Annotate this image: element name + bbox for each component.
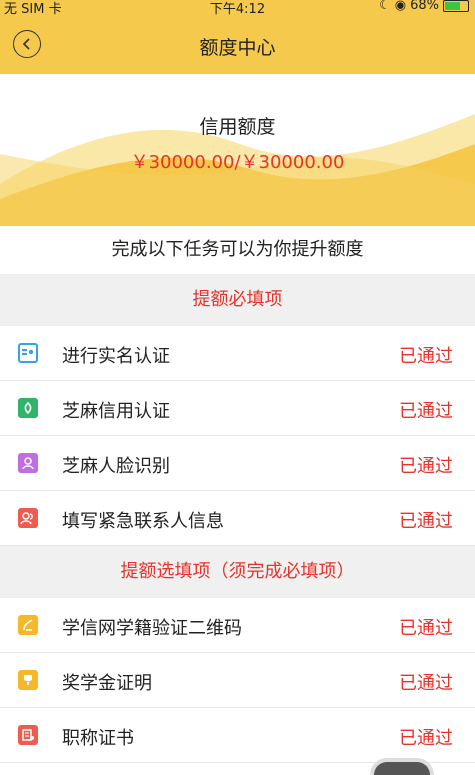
- moon-icon: ☾: [379, 0, 391, 13]
- task-status: 已通过: [399, 728, 453, 749]
- task-status: 已通过: [399, 511, 453, 532]
- status-right: ☾ ◉ 68%: [379, 0, 469, 13]
- task-status: 已通过: [399, 401, 453, 422]
- credit-hero: 信用额度 ￥30000.00/￥30000.00: [0, 74, 475, 226]
- sesame-icon: [18, 398, 38, 418]
- nav-bar: 额度中心: [0, 18, 475, 74]
- certificate-icon: [18, 725, 38, 745]
- task-status: 已通过: [399, 673, 453, 694]
- task-status: 已通过: [399, 618, 453, 639]
- face-icon: [18, 453, 38, 473]
- task-row-sesame-credit[interactable]: 芝麻信用认证 已通过: [0, 381, 475, 436]
- required-section-header: 提额必填项: [0, 274, 475, 326]
- task-row-real-name[interactable]: 进行实名认证 已通过: [0, 326, 475, 381]
- credit-amount: ￥30000.00/￥30000.00: [130, 152, 345, 173]
- battery-percent: 68%: [410, 0, 439, 13]
- battery-icon: [443, 0, 469, 12]
- credit-label: 信用额度: [199, 116, 276, 138]
- assistive-touch-button[interactable]: [370, 758, 434, 775]
- task-row-scholarship[interactable]: 奖学金证明 已通过: [0, 653, 475, 708]
- lock-rotation-icon: ◉: [394, 0, 407, 13]
- task-label: 芝麻人脸识别: [62, 456, 170, 477]
- task-label: 进行实名认证: [62, 346, 170, 367]
- task-row-title-certificate[interactable]: 职称证书 已通过: [0, 708, 475, 763]
- status-bar: 无 SIM 卡 下午4:12 ☾ ◉ 68%: [0, 0, 475, 18]
- task-status: 已通过: [399, 346, 453, 367]
- task-row-emergency-contact[interactable]: 填写紧急联系人信息 已通过: [0, 491, 475, 546]
- tasks-heading: 完成以下任务可以为你提升额度: [0, 226, 475, 274]
- task-row-face-recognition[interactable]: 芝麻人脸识别 已通过: [0, 436, 475, 491]
- task-label: 芝麻信用认证: [62, 401, 170, 422]
- id-card-icon: [18, 343, 38, 363]
- page-title: 额度中心: [199, 37, 276, 59]
- contacts-icon: [18, 508, 38, 528]
- optional-section-header: 提额选填项（须完成必填项）: [0, 546, 475, 598]
- task-status: 已通过: [399, 456, 453, 477]
- edu-icon: [18, 615, 38, 635]
- trophy-icon: [18, 670, 38, 690]
- task-row-edu-verification[interactable]: 学信网学籍验证二维码 已通过: [0, 598, 475, 653]
- task-label: 奖学金证明: [62, 673, 152, 694]
- task-label: 学信网学籍验证二维码: [62, 618, 242, 639]
- task-label: 填写紧急联系人信息: [62, 511, 224, 532]
- task-label: 职称证书: [62, 728, 134, 749]
